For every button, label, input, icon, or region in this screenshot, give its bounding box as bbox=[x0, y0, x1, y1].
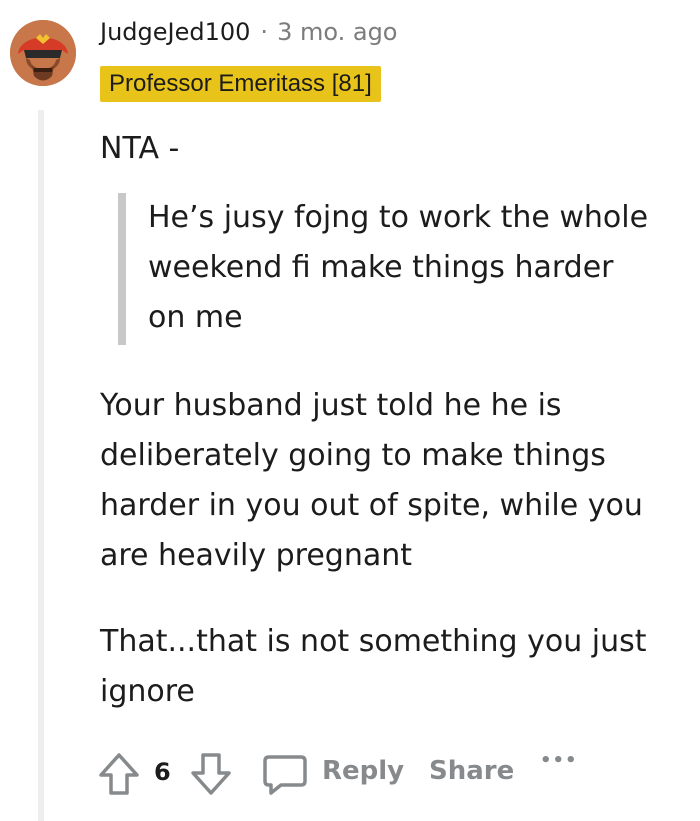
comment-bubble-icon bbox=[263, 755, 307, 795]
comment-header: JudgeJed100 · 3 mo. ago bbox=[100, 18, 397, 46]
user-flair: Professor Emeritass [81] bbox=[100, 66, 381, 102]
comment-text-line: ignore bbox=[100, 674, 195, 709]
avatar[interactable] bbox=[10, 20, 76, 86]
reply-label[interactable]: Reply bbox=[322, 756, 404, 786]
username-link[interactable]: JudgeJed100 bbox=[100, 18, 250, 46]
comment-body-paragraph: Your husband just told he he is delibera… bbox=[100, 381, 690, 581]
quote-line: on me bbox=[148, 300, 243, 335]
quote-line: weekend fi make things harder bbox=[148, 250, 614, 285]
separator-dot: · bbox=[260, 18, 269, 46]
comment-text-line: That...that is not something you just bbox=[100, 624, 647, 659]
blockquote-bar bbox=[118, 193, 126, 345]
comment-text-line: NTA - bbox=[100, 131, 180, 166]
reply-button[interactable] bbox=[260, 750, 310, 798]
thread-collapse-line[interactable] bbox=[38, 110, 44, 821]
blockquote: He’s jusy fojng to work the whole weeken… bbox=[148, 193, 688, 343]
comment-action-bar: 6 Reply Share ••• bbox=[96, 746, 696, 802]
avatar-judge-helmet-icon bbox=[10, 20, 76, 86]
share-button[interactable]: Share bbox=[429, 756, 514, 786]
comment-text-line: deliberately going to make things bbox=[100, 438, 606, 473]
comment-text-line: are heavily pregnant bbox=[100, 538, 413, 573]
downvote-arrow-icon bbox=[191, 753, 231, 795]
comment-text-line: Your husband just told he he is bbox=[100, 388, 562, 423]
comment-opening: NTA - bbox=[100, 124, 690, 174]
upvote-arrow-icon bbox=[99, 753, 139, 795]
timestamp[interactable]: 3 mo. ago bbox=[277, 18, 397, 46]
more-options-icon[interactable]: ••• bbox=[540, 750, 578, 771]
quote-line: He’s jusy fojng to work the whole bbox=[148, 200, 649, 235]
comment-closing-paragraph: That...that is not something you just ig… bbox=[100, 617, 690, 717]
comment-text-line: harder in you out of spite, while you bbox=[100, 488, 643, 523]
vote-count: 6 bbox=[154, 758, 171, 786]
upvote-button[interactable] bbox=[96, 750, 142, 798]
downvote-button[interactable] bbox=[188, 750, 234, 798]
